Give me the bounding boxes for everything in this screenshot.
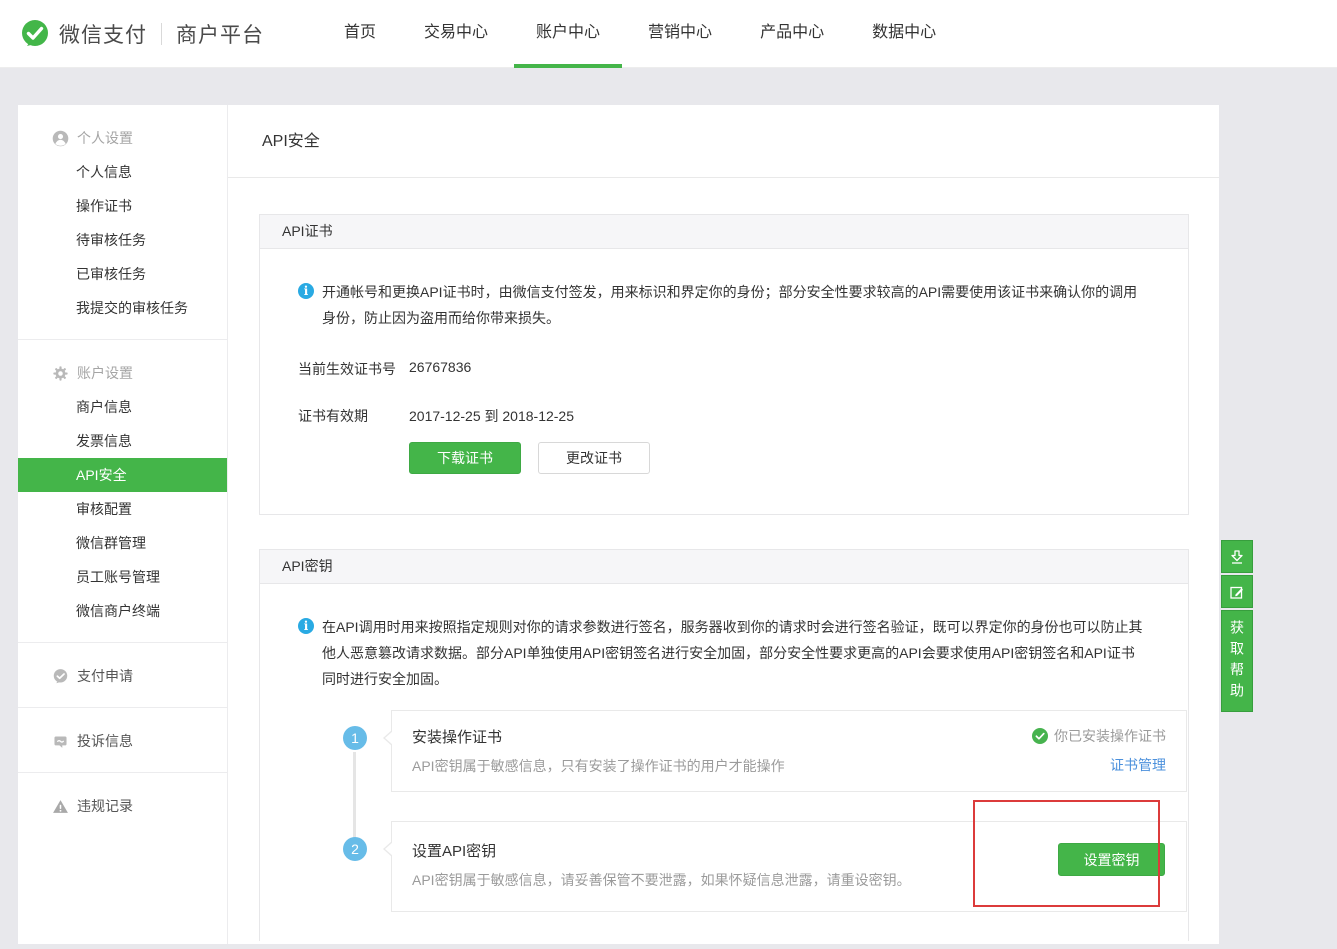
api-cert-panel-title: API证书 [260, 215, 1188, 249]
feedback-button[interactable] [1221, 575, 1253, 608]
api-key-info-row: i 在API调用时用来按照指定规则对你的请求参数进行签名，服务器收到你的请求时会… [298, 614, 1148, 692]
sidebar-section-personal-settings: 个人设置 个人信息 操作证书 待审核任务 已审核任务 我提交的审核任务 [18, 105, 227, 340]
sidebar-item-wechat-group-mgmt[interactable]: 微信群管理 [18, 526, 227, 560]
sidebar-item-api-security[interactable]: API安全 [18, 458, 227, 492]
step-set-api-key-card: 2 设置API密钥 API密钥属于敏感信息，请妥善保管不要泄露，如果怀疑信息泄露… [391, 821, 1187, 912]
step-1-status-text: 你已安装操作证书 [1054, 726, 1166, 746]
sidebar-item-wechat-merchant-terminal[interactable]: 微信商户终端 [18, 594, 227, 628]
cert-validity-value: 2017-12-25 到 2018-12-25 [409, 406, 574, 426]
sidebar-item-personal-info[interactable]: 个人信息 [18, 155, 227, 189]
floating-help-widget: 获取帮助 [1221, 540, 1253, 714]
cert-number-value: 26767836 [409, 359, 471, 379]
set-api-key-button[interactable]: 设置密钥 [1058, 843, 1165, 876]
sidebar-section-violation-record: 违规记录 [18, 773, 227, 837]
nav-tab-marketing-center[interactable]: 营销中心 [648, 0, 712, 68]
sidebar-item-payment-application[interactable]: 支付申请 [18, 659, 227, 693]
info-icon: i [298, 283, 314, 299]
step-connector-line [353, 752, 356, 843]
nav-tab-product-center[interactable]: 产品中心 [760, 0, 824, 68]
cert-number-field: 当前生效证书号 26767836 [298, 359, 1148, 379]
edit-icon [1228, 583, 1246, 601]
sidebar-item-reviewed-tasks[interactable]: 已审核任务 [18, 257, 227, 291]
cert-validity-label: 证书有效期 [298, 406, 409, 426]
nav-tab-home[interactable]: 首页 [344, 0, 376, 68]
info-icon: i [298, 618, 314, 634]
sidebar-item-staff-account-mgmt[interactable]: 员工账号管理 [18, 560, 227, 594]
sidebar-item-label: 违规记录 [77, 796, 133, 816]
api-key-info-text: 在API调用时用来按照指定规则对你的请求参数进行签名，服务器收到你的请求时会进行… [322, 614, 1148, 692]
check-circle-icon [1032, 728, 1048, 744]
api-key-panel: API密钥 i 在API调用时用来按照指定规则对你的请求参数进行签名，服务器收到… [259, 549, 1189, 941]
nav-tab-transaction-center[interactable]: 交易中心 [424, 0, 488, 68]
user-icon [52, 130, 69, 147]
step-2-badge: 2 [343, 837, 367, 861]
step-2-title: 设置API密钥 [412, 840, 1166, 861]
api-key-steps: 1 安装操作证书 API密钥属于敏感信息，只有安装了操作证书的用户才能操作 你已… [298, 710, 1148, 912]
comment-icon [52, 733, 69, 750]
brand-name: 微信支付 [59, 19, 147, 49]
main-nav: 首页 交易中心 账户中心 营销中心 产品中心 数据中心 [344, 0, 936, 68]
sidebar-item-invoice-info[interactable]: 发票信息 [18, 424, 227, 458]
cert-number-label: 当前生效证书号 [298, 359, 409, 379]
sidebar-item-label: 投诉信息 [77, 731, 133, 751]
step-1-description: API密钥属于敏感信息，只有安装了操作证书的用户才能操作 [412, 756, 1166, 776]
sidebar-section-account-settings: 账户设置 商户信息 发票信息 API安全 审核配置 微信群管理 员工账号管理 微… [18, 340, 227, 643]
step-2-description: API密钥属于敏感信息，请妥善保管不要泄露，如果怀疑信息泄露，请重设密钥。 [412, 870, 1166, 890]
sidebar-section-payment-application: 支付申请 [18, 643, 227, 708]
brand-logo: 微信支付 商户平台 [20, 0, 264, 68]
step-1-badge: 1 [343, 726, 367, 750]
page-title: API安全 [228, 105, 1219, 178]
sidebar-item-review-config[interactable]: 审核配置 [18, 492, 227, 526]
sidebar-item-pending-review-tasks[interactable]: 待审核任务 [18, 223, 227, 257]
sidebar-item-merchant-info[interactable]: 商户信息 [18, 390, 227, 424]
wechat-pay-logo-icon [20, 19, 50, 49]
sidebar-item-complaint-info[interactable]: 投诉信息 [18, 724, 227, 758]
sidebar-section-complaint-info: 投诉信息 [18, 708, 227, 773]
sidebar: 个人设置 个人信息 操作证书 待审核任务 已审核任务 我提交的审核任务 账户设置… [18, 105, 228, 944]
sidebar-header-personal-settings: 个人设置 [18, 121, 227, 155]
api-key-panel-title: API密钥 [260, 550, 1188, 584]
top-header: 微信支付 商户平台 首页 交易中心 账户中心 营销中心 产品中心 数据中心 [0, 0, 1337, 68]
logo-divider [161, 23, 162, 45]
sidebar-item-label: 支付申请 [77, 666, 133, 686]
main-content: API安全 API证书 i 开通帐号和更换API证书时，由微信支付签发，用来标识… [228, 105, 1219, 944]
api-key-panel-body: i 在API调用时用来按照指定规则对你的请求参数进行签名，服务器收到你的请求时会… [260, 584, 1188, 944]
sidebar-header-label: 账户设置 [77, 363, 133, 383]
api-cert-info-row: i 开通帐号和更换API证书时，由微信支付签发，用来标识和界定你的身份；部分安全… [298, 279, 1148, 331]
nav-tab-account-center[interactable]: 账户中心 [536, 0, 600, 68]
sidebar-header-account-settings: 账户设置 [18, 356, 227, 390]
api-cert-panel-body: i 开通帐号和更换API证书时，由微信支付签发，用来标识和界定你的身份；部分安全… [260, 249, 1188, 514]
download-cert-button[interactable]: 下载证书 [409, 442, 521, 474]
sidebar-header-label: 个人设置 [77, 128, 133, 148]
get-help-button[interactable]: 获取帮助 [1221, 610, 1253, 712]
step-1-status: 你已安装操作证书 [1032, 726, 1166, 746]
product-name: 商户平台 [176, 19, 264, 49]
warning-icon [52, 798, 69, 815]
sidebar-item-operation-cert[interactable]: 操作证书 [18, 189, 227, 223]
sidebar-item-my-submitted-review-tasks[interactable]: 我提交的审核任务 [18, 291, 227, 325]
change-cert-button[interactable]: 更改证书 [538, 442, 650, 474]
api-cert-info-text: 开通帐号和更换API证书时，由微信支付签发，用来标识和界定你的身份；部分安全性要… [322, 279, 1148, 331]
sidebar-item-violation-record[interactable]: 违规记录 [18, 789, 227, 823]
cert-validity-field: 证书有效期 2017-12-25 到 2018-12-25 [298, 406, 1148, 426]
api-cert-panel: API证书 i 开通帐号和更换API证书时，由微信支付签发，用来标识和界定你的身… [259, 214, 1189, 515]
cert-management-link[interactable]: 证书管理 [1110, 755, 1166, 775]
gear-icon [52, 365, 69, 382]
download-help-button[interactable] [1221, 540, 1253, 573]
wechat-bubble-icon [52, 668, 69, 685]
step-install-cert-card: 1 安装操作证书 API密钥属于敏感信息，只有安装了操作证书的用户才能操作 你已… [391, 710, 1187, 792]
cert-buttons-row: 下载证书 更改证书 [298, 442, 1148, 474]
nav-tab-data-center[interactable]: 数据中心 [872, 0, 936, 68]
download-icon [1228, 548, 1246, 566]
